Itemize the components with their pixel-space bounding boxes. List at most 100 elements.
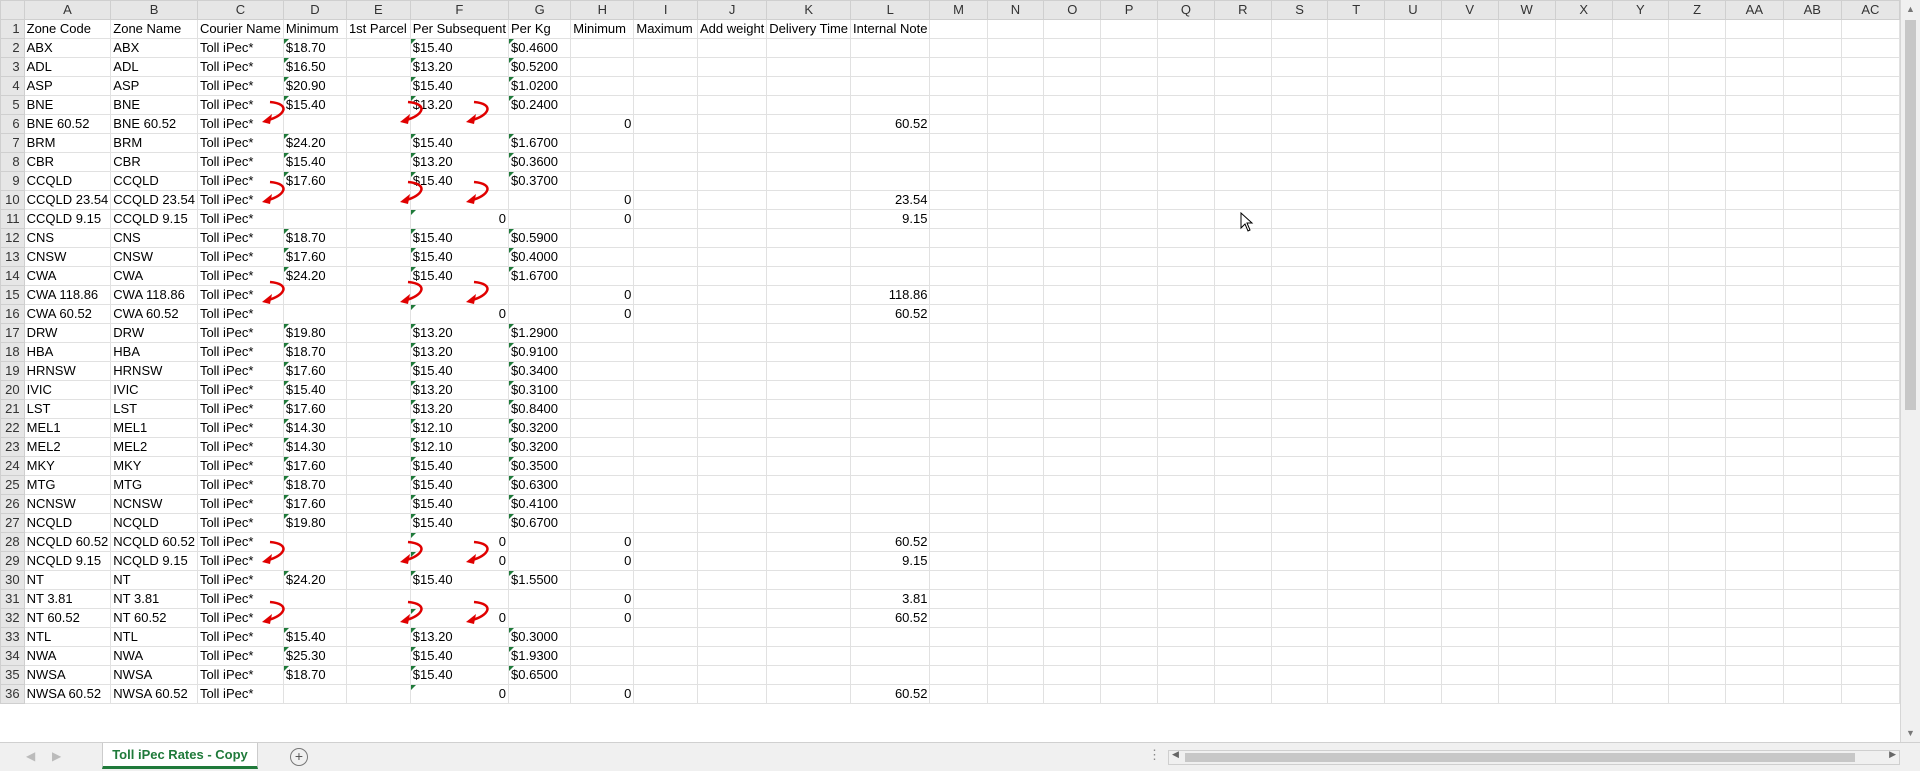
cell[interactable]	[766, 627, 852, 647]
cell[interactable]	[696, 627, 768, 647]
cell[interactable]	[1668, 228, 1726, 248]
cell[interactable]	[1440, 114, 1499, 134]
cell[interactable]	[345, 589, 411, 609]
cell[interactable]	[282, 285, 347, 305]
row-header[interactable]: 23	[0, 437, 25, 457]
cell[interactable]	[1840, 627, 1900, 647]
cell[interactable]	[1156, 570, 1215, 590]
cell[interactable]: $15.40	[409, 646, 510, 666]
cell[interactable]: Toll iPec*	[196, 437, 284, 457]
cell[interactable]	[345, 646, 411, 666]
cell[interactable]: CNS	[23, 228, 112, 248]
cell[interactable]	[1554, 589, 1613, 609]
cell[interactable]: $24.20	[282, 133, 347, 153]
cell[interactable]	[929, 532, 988, 552]
cell[interactable]	[1554, 190, 1613, 210]
cell[interactable]	[1668, 323, 1726, 343]
cell[interactable]	[1440, 171, 1499, 191]
cell[interactable]	[1611, 684, 1670, 704]
cell[interactable]	[1497, 228, 1556, 248]
cell[interactable]: NCQLD 9.15	[110, 551, 198, 571]
cell[interactable]	[1156, 437, 1215, 457]
cell[interactable]	[1611, 323, 1670, 343]
cell[interactable]	[1840, 551, 1900, 571]
row-header[interactable]: 30	[0, 570, 25, 590]
cell[interactable]	[1100, 304, 1158, 324]
cell[interactable]: MTG	[110, 475, 198, 495]
cell[interactable]	[929, 570, 988, 590]
cell[interactable]: NCQLD 60.52	[23, 532, 112, 552]
cell[interactable]	[696, 665, 768, 685]
cell[interactable]: CCQLD 23.54	[23, 190, 112, 210]
cell[interactable]	[1270, 665, 1329, 685]
cell[interactable]	[1100, 361, 1158, 381]
cell[interactable]	[1327, 133, 1386, 153]
cell[interactable]	[1270, 190, 1329, 210]
cell[interactable]	[850, 627, 931, 647]
cell[interactable]	[345, 456, 411, 476]
cell[interactable]	[282, 684, 347, 704]
cell[interactable]	[696, 570, 768, 590]
cell[interactable]	[345, 95, 411, 115]
cell[interactable]	[1043, 627, 1102, 647]
cell[interactable]	[1156, 247, 1215, 267]
cell[interactable]	[1043, 57, 1102, 77]
cell[interactable]: 0	[409, 608, 510, 628]
cell[interactable]	[1100, 627, 1158, 647]
cell[interactable]	[570, 38, 635, 58]
cell[interactable]	[633, 152, 698, 172]
cell[interactable]: $20.90	[282, 76, 347, 96]
cell[interactable]: LST	[23, 399, 112, 419]
cell[interactable]: Delivery Time	[766, 19, 852, 39]
cell[interactable]	[1440, 342, 1499, 362]
cell[interactable]	[1043, 456, 1102, 476]
column-header[interactable]: K	[766, 0, 852, 20]
cell[interactable]	[1611, 418, 1670, 438]
cell[interactable]: Toll iPec*	[196, 38, 284, 58]
cell[interactable]	[345, 209, 411, 229]
cell[interactable]	[1100, 551, 1158, 571]
cell[interactable]	[929, 76, 988, 96]
cell[interactable]	[929, 646, 988, 666]
cell[interactable]	[1611, 209, 1670, 229]
cell[interactable]	[1611, 570, 1670, 590]
cell[interactable]	[1270, 228, 1329, 248]
cell[interactable]	[1782, 38, 1842, 58]
cell[interactable]	[696, 399, 768, 419]
cell[interactable]	[1724, 513, 1784, 533]
cell[interactable]	[1043, 114, 1102, 134]
cell[interactable]	[1213, 323, 1272, 343]
cell[interactable]	[1043, 551, 1102, 571]
cell[interactable]	[1156, 456, 1215, 476]
cell[interactable]: ASP	[110, 76, 198, 96]
cell[interactable]	[1554, 95, 1613, 115]
cell[interactable]	[1611, 475, 1670, 495]
cell[interactable]	[850, 418, 931, 438]
cell[interactable]	[1611, 646, 1670, 666]
cell[interactable]	[1156, 494, 1215, 514]
cell[interactable]	[1497, 247, 1556, 267]
cell[interactable]	[1497, 437, 1556, 457]
cell[interactable]	[1327, 551, 1386, 571]
cell[interactable]	[1497, 209, 1556, 229]
row-header[interactable]: 13	[0, 247, 25, 267]
cell[interactable]	[1213, 171, 1272, 191]
cell[interactable]	[1384, 532, 1442, 552]
cell[interactable]	[1440, 608, 1499, 628]
cell[interactable]	[1384, 456, 1442, 476]
cell[interactable]	[1611, 513, 1670, 533]
cell[interactable]	[766, 228, 852, 248]
row-header[interactable]: 22	[0, 418, 25, 438]
cell[interactable]	[345, 285, 411, 305]
cell[interactable]	[1043, 361, 1102, 381]
cell[interactable]: DRW	[23, 323, 112, 343]
row-header[interactable]: 21	[0, 399, 25, 419]
cell[interactable]	[633, 171, 698, 191]
cell[interactable]	[1782, 437, 1842, 457]
cell[interactable]	[1156, 152, 1215, 172]
column-header[interactable]: Q	[1156, 0, 1215, 20]
cell[interactable]	[1043, 608, 1102, 628]
cell[interactable]	[929, 342, 988, 362]
cell[interactable]	[1440, 437, 1499, 457]
row-header[interactable]: 5	[0, 95, 25, 115]
